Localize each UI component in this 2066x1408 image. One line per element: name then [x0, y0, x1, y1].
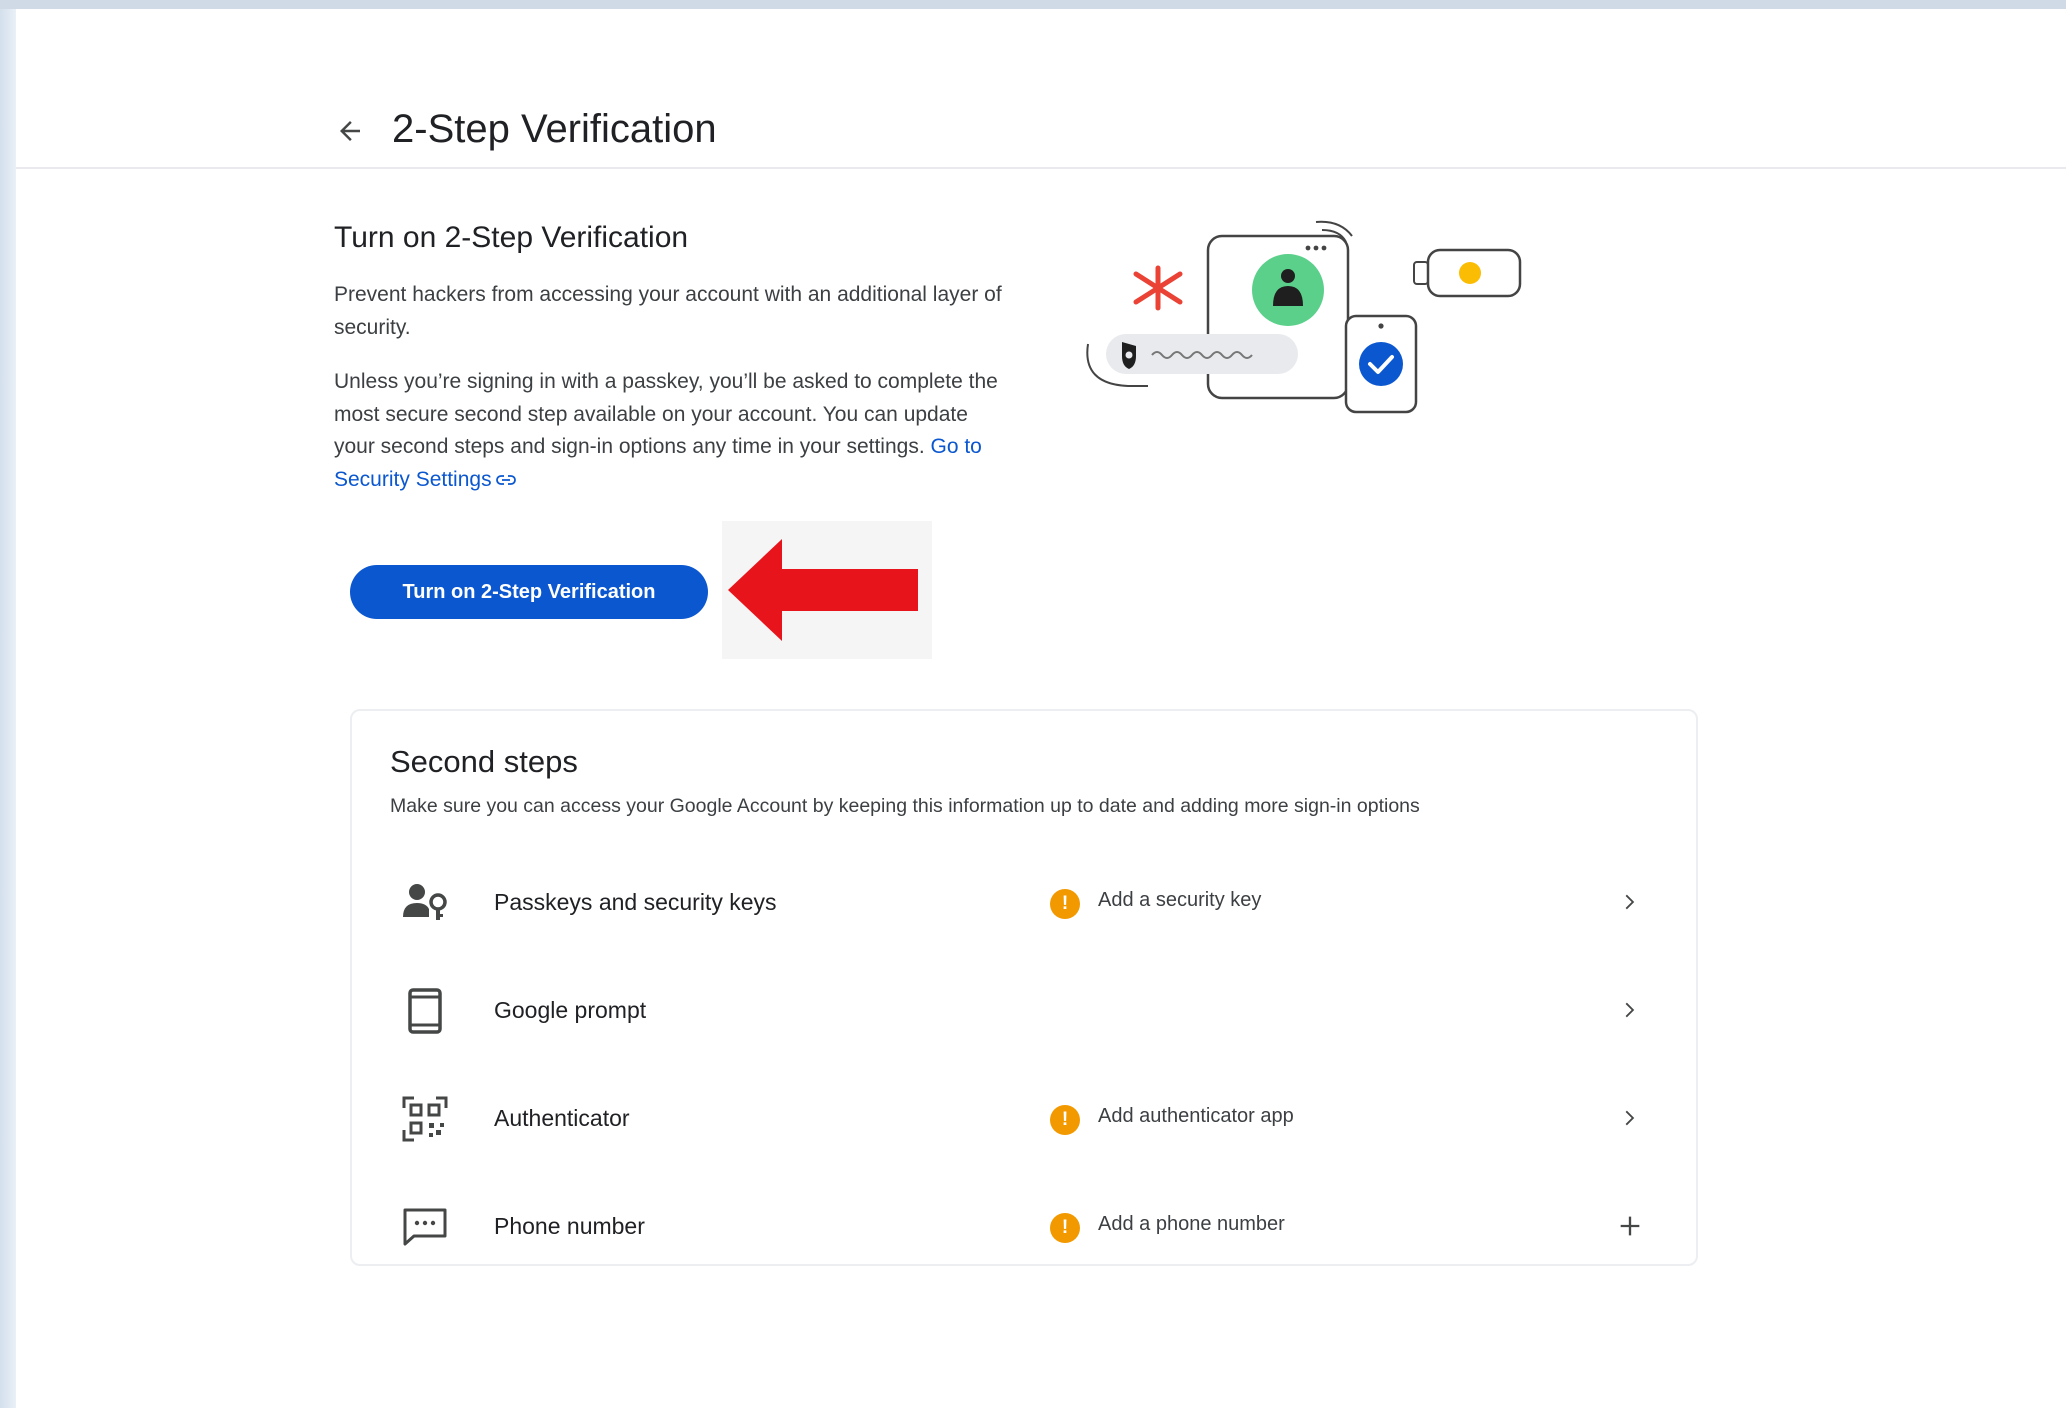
warning-icon: ! [1050, 889, 1080, 919]
step-status: Add a phone number [1098, 1213, 1285, 1235]
warning-icon: ! [1050, 1213, 1080, 1243]
annotation-arrow [722, 521, 932, 659]
step-row-passkeys[interactable]: Passkeys and security keys ! Add a secur… [352, 849, 1696, 957]
step-label: Google prompt [494, 997, 647, 1023]
security-illustration [1078, 214, 1528, 419]
second-steps-description: Make sure you can access your Google Acc… [390, 795, 1420, 817]
plus-icon[interactable] [1612, 1208, 1648, 1244]
message-icon [402, 1204, 448, 1250]
chevron-right-icon[interactable] [1612, 992, 1648, 1028]
phone-icon [402, 988, 448, 1034]
chevron-right-icon[interactable] [1612, 1100, 1648, 1136]
details-paragraph: Unless you’re signing in with a passkey,… [334, 366, 1014, 496]
chevron-right-icon[interactable] [1612, 884, 1648, 920]
step-label: Authenticator [494, 1105, 630, 1131]
step-row-phone-number[interactable]: Phone number ! Add a phone number [352, 1173, 1696, 1281]
step-label: Phone number [494, 1213, 645, 1239]
arrow-left-icon [340, 121, 360, 141]
page-frame: 2-Step Verification Turn on 2-Step Verif… [16, 9, 2066, 1408]
section-heading: Turn on 2-Step Verification [334, 221, 689, 254]
page-title: 2-Step Verification [392, 107, 717, 151]
step-label: Passkeys and security keys [494, 889, 777, 915]
step-row-authenticator[interactable]: Authenticator ! Add authenticator app [352, 1065, 1696, 1173]
back-button[interactable] [328, 109, 372, 153]
passkey-icon [402, 880, 448, 926]
external-link-icon [495, 475, 516, 485]
second-steps-card: Second steps Make sure you can access yo… [350, 709, 1698, 1266]
details-text: Unless you’re signing in with a passkey,… [334, 370, 998, 458]
page-header: 2-Step Verification [16, 9, 2066, 169]
warning-icon: ! [1050, 1105, 1080, 1135]
qr-code-icon [402, 1096, 448, 1142]
security-illustration-graphic [1086, 220, 1522, 414]
red-arrow-icon [728, 539, 918, 641]
window-top-strip [0, 0, 2066, 9]
intro-paragraph: Prevent hackers from accessing your acco… [334, 283, 1002, 339]
turn-on-2sv-button[interactable]: Turn on 2-Step Verification [350, 565, 708, 619]
step-status: Add a security key [1098, 889, 1262, 911]
second-steps-title: Second steps [390, 744, 578, 779]
step-status: Add authenticator app [1098, 1105, 1294, 1127]
step-row-google-prompt[interactable]: Google prompt [352, 957, 1696, 1065]
